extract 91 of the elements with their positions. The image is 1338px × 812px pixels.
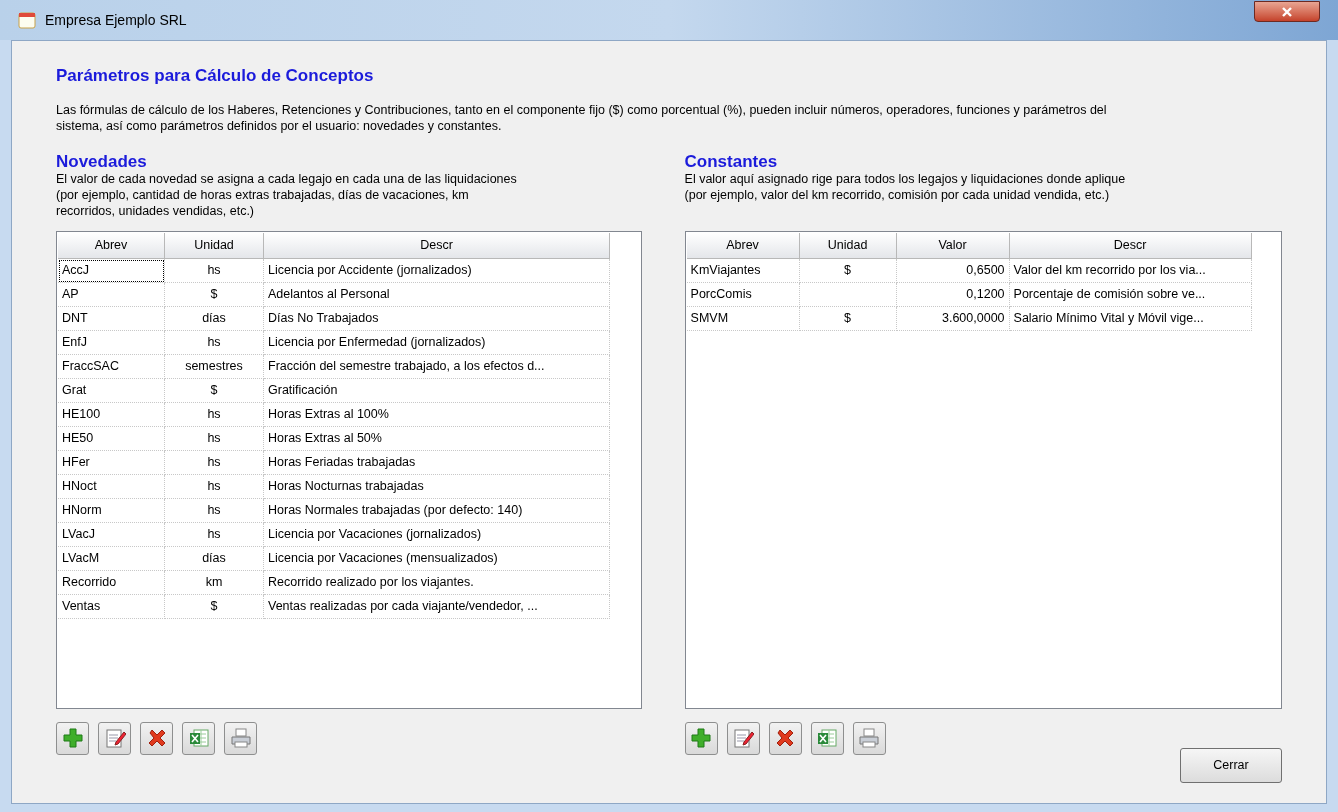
table-cell: hs [165, 330, 264, 355]
column-header[interactable]: Abrev [686, 232, 800, 259]
table-cell: km [165, 570, 264, 595]
table-cell: AccJ [58, 258, 165, 283]
column-header[interactable]: Descr [264, 232, 610, 259]
table-cell: Gratificación [264, 378, 610, 403]
toolbar-button[interactable] [56, 721, 89, 755]
table-cell: $ [165, 378, 264, 403]
close-button[interactable]: Cerrar [1180, 747, 1282, 783]
plus-icon [690, 727, 713, 749]
toolbar-button[interactable] [684, 721, 718, 755]
section-description: El valor aquí asignado rige para todos los legajos y liquidaciones donde aplique (por ejemplo, valor del km recorrido, comisión por cada unidad vendida, etc.) [684, 170, 1127, 204]
toolbar-button[interactable] [726, 721, 760, 755]
toolbar-button[interactable] [224, 721, 257, 755]
table-cell: Licencia por Enfermedad (jornalizados) [264, 330, 610, 355]
notepad-pencil-icon [103, 727, 126, 749]
table-cell: FraccSAC [58, 354, 165, 379]
table-cell: Horas Nocturnas trabajadas [264, 474, 610, 499]
column-header[interactable]: Descr [1009, 232, 1252, 259]
table-cell: hs [165, 258, 264, 283]
table-cell: DNT [58, 306, 165, 331]
toolbar-button[interactable] [140, 721, 173, 755]
table-cell: EnfJ [58, 330, 165, 355]
column-header[interactable]: Valor [896, 232, 1010, 259]
section-title: Novedades [56, 152, 148, 171]
table-cell: Ventas [58, 594, 165, 619]
table-cell: SMVM [686, 306, 800, 331]
table-cell: $ [799, 258, 897, 283]
toolbar-button[interactable] [98, 721, 131, 755]
notepad-pencil-icon [732, 727, 755, 749]
plus-icon [61, 727, 84, 749]
column-header[interactable]: Unidad [799, 232, 897, 259]
window-title: Empresa Ejemplo SRL [45, 10, 187, 30]
table-cell: Licencia por Vacaciones (mensualizados) [264, 546, 610, 571]
table-cell: hs [165, 450, 264, 475]
table-cell: KmViajantes [686, 258, 800, 283]
toolbar-button[interactable] [852, 721, 886, 755]
table-cell: Valor del km recorrido por los via... [1009, 258, 1252, 283]
table-cell: Recorrido [58, 570, 165, 595]
close-icon[interactable] [1254, 1, 1320, 22]
table-cell: Días No Trabajados [264, 306, 610, 331]
column-header[interactable]: Abrev [58, 232, 165, 259]
table-cell: HNoct [58, 474, 165, 499]
table-cell: hs [165, 402, 264, 427]
app-icon [18, 11, 36, 29]
spreadsheet-icon [187, 727, 210, 749]
section-description: El valor de cada novedad se asigna a cada legajo en cada una de las liquidaciones (por ejemplo, cantidad de horas extras trabajadas, días de vacaciones, km recorridos, unidades vendidas, etc.) [56, 170, 518, 219]
table-cell: LVacM [58, 546, 165, 571]
table-cell: 0,6500 [896, 258, 1010, 283]
table-cell: días [165, 546, 264, 571]
table-cell: Licencia por Vacaciones (jornalizados) [264, 522, 610, 547]
table-cell: Fracción del semestre trabajado, a los efectos d... [264, 354, 610, 379]
table-cell: hs [165, 522, 264, 547]
table-cell: Recorrido realizado por los viajantes. [264, 570, 610, 595]
table-cell: 3.600,0000 [896, 306, 1010, 331]
section-title: Constantes [684, 152, 779, 171]
table-cell: LVacJ [58, 522, 165, 547]
table-cell: HE100 [58, 402, 165, 427]
table-cell: Horas Extras al 100% [264, 402, 610, 427]
table-cell: Grat [58, 378, 165, 403]
table-cell: días [165, 306, 264, 331]
table-cell: Adelantos al Personal [264, 282, 610, 307]
table-cell: Salario Mínimo Vital y Móvil vige... [1009, 306, 1252, 331]
toolbar-button[interactable] [810, 721, 844, 755]
intro-text: Las fórmulas de cálculo de los Haberes, Retenciones y Contribuciones, tanto en el componente fijo ($) como porcentual (%), pueden incluir números, operadores, funciones y parámetros del sistema, así como parámetros definidos por el usuario: novedades y constantes. [56, 101, 1108, 134]
toolbar-button[interactable] [182, 721, 215, 755]
table-cell: $ [165, 282, 264, 307]
table-cell: Licencia por Accidente (jornalizados) [264, 258, 610, 283]
table-cell: HFer [58, 450, 165, 475]
table-cell: $ [799, 306, 897, 331]
table-cell: AP [58, 282, 165, 307]
table-cell: PorcComis [686, 282, 800, 307]
table-cell: Horas Feriadas trabajadas [264, 450, 610, 475]
table-cell: hs [165, 426, 264, 451]
table-cell: $ [165, 594, 264, 619]
column-header[interactable]: Unidad [165, 232, 264, 259]
table-cell: HE50 [58, 426, 165, 451]
page-heading: Parámetros para Cálculo de Conceptos [56, 65, 375, 87]
table-cell: Ventas realizadas por cada viajante/vendedor, ... [264, 594, 610, 619]
printer-icon [229, 727, 252, 749]
table-cell: hs [165, 474, 264, 499]
table-cell: HNorm [58, 498, 165, 523]
table-cell: Porcentaje de comisión sobre ve... [1009, 282, 1252, 307]
table-cell: semestres [165, 354, 264, 379]
spreadsheet-icon [816, 727, 839, 749]
table-cell: Horas Normales trabajadas (por defecto: 140) [264, 498, 610, 523]
table-cell: hs [165, 498, 264, 523]
printer-icon [858, 727, 881, 749]
toolbar-button[interactable] [768, 721, 802, 755]
table-cell: Horas Extras al 50% [264, 426, 610, 451]
table-cell: 0,1200 [896, 282, 1010, 307]
